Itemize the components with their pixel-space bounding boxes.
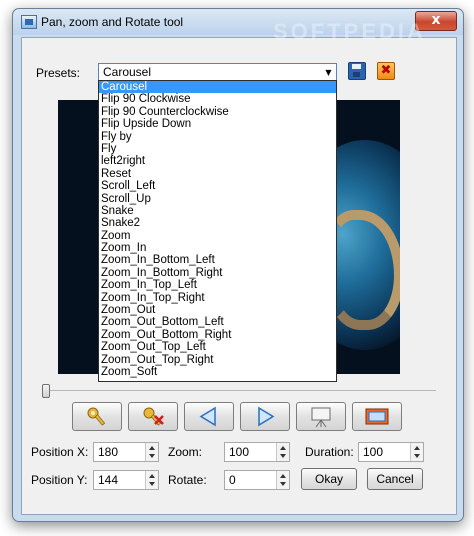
previous-icon bbox=[199, 406, 216, 427]
close-icon: x bbox=[431, 12, 441, 28]
preset-option[interactable]: Zoom_In_Top_Left bbox=[99, 279, 336, 291]
preset-option[interactable]: Scroll_Left bbox=[99, 180, 336, 192]
app-icon bbox=[21, 15, 37, 29]
presets-dropdown-list[interactable]: Carousel Flip 90 Clockwise Flip 90 Counter… bbox=[98, 80, 337, 382]
add-keyframe-button[interactable] bbox=[72, 402, 122, 431]
remove-key-icon bbox=[143, 407, 164, 426]
preview-button[interactable] bbox=[296, 402, 346, 431]
title-bar[interactable]: Pan, zoom and Rotate tool x bbox=[13, 9, 463, 35]
cancel-button[interactable]: Cancel bbox=[367, 468, 423, 490]
zoom-value: 100 bbox=[229, 445, 250, 459]
preset-option[interactable]: Zoom_Soft bbox=[99, 366, 336, 378]
position-y-input[interactable]: 144 bbox=[93, 470, 159, 490]
duration-value: 100 bbox=[363, 445, 384, 459]
preset-option[interactable]: Fly bbox=[99, 143, 336, 155]
zoom-stepper[interactable] bbox=[276, 443, 289, 461]
previous-keyframe-button[interactable] bbox=[184, 402, 234, 431]
presets-selected-value: Carousel bbox=[103, 65, 152, 79]
zoom-label: Zoom: bbox=[168, 445, 203, 459]
preset-option[interactable]: Zoom_In_Bottom_Left bbox=[99, 254, 336, 266]
rotate-value: 0 bbox=[229, 473, 236, 487]
preset-option[interactable]: Reset bbox=[99, 168, 336, 180]
position-y-value: 144 bbox=[98, 473, 119, 487]
next-keyframe-button[interactable] bbox=[240, 402, 290, 431]
key-icon bbox=[87, 407, 106, 426]
delete-icon[interactable]: ✖ bbox=[377, 62, 395, 80]
next-icon bbox=[258, 406, 275, 427]
preset-option[interactable]: Flip 90 Counterclockwise bbox=[99, 106, 336, 118]
preset-option[interactable]: Zoom_Out_Bottom_Left bbox=[99, 316, 336, 328]
preset-option[interactable]: Zoom bbox=[99, 230, 336, 242]
preset-option[interactable]: Zoom_Out_Top_Right bbox=[99, 354, 336, 366]
position-y-label: Position Y: bbox=[31, 473, 88, 487]
preset-option[interactable]: Zoom_In bbox=[99, 242, 336, 254]
rotate-stepper[interactable] bbox=[276, 471, 289, 489]
duration-stepper[interactable] bbox=[410, 443, 423, 461]
zoom-input[interactable]: 100 bbox=[224, 442, 290, 462]
client-area: Presets: Carousel ▼ ✖ Carousel Flip 90 Cl… bbox=[21, 37, 457, 515]
preset-option[interactable]: Zoom_Out bbox=[99, 304, 336, 316]
preset-option[interactable]: Flip Upside Down bbox=[99, 118, 336, 130]
preset-option[interactable]: Flip 90 Clockwise bbox=[99, 93, 336, 105]
window-title: Pan, zoom and Rotate tool bbox=[41, 15, 184, 29]
preset-option[interactable]: Zoom_In_Top_Right bbox=[99, 292, 336, 304]
preset-option[interactable]: Zoom_Out_Bottom_Right bbox=[99, 329, 336, 341]
preview-icon bbox=[311, 407, 331, 428]
preset-option[interactable]: Zoom_In_Bottom_Right bbox=[99, 267, 336, 279]
preset-option[interactable]: Carousel bbox=[99, 81, 336, 94]
position-x-stepper[interactable] bbox=[145, 443, 158, 461]
remove-keyframe-button[interactable] bbox=[128, 402, 178, 431]
rotate-input[interactable]: 0 bbox=[224, 470, 290, 490]
position-x-input[interactable]: 180 bbox=[93, 442, 159, 462]
presets-label: Presets: bbox=[36, 66, 81, 80]
save-icon[interactable] bbox=[348, 62, 366, 80]
frame-icon bbox=[365, 408, 389, 425]
preset-option[interactable]: Snake2 bbox=[99, 217, 336, 229]
preset-option[interactable]: Fly by bbox=[99, 131, 336, 143]
position-x-label: Position X: bbox=[31, 445, 89, 459]
duration-label: Duration: bbox=[305, 445, 354, 459]
preset-option[interactable]: Snake bbox=[99, 205, 336, 217]
okay-button[interactable]: Okay bbox=[301, 468, 357, 490]
timeline-slider-track[interactable] bbox=[44, 390, 436, 391]
position-x-value: 180 bbox=[98, 445, 119, 459]
duration-input[interactable]: 100 bbox=[358, 442, 424, 462]
preset-option[interactable]: left2right bbox=[99, 155, 336, 167]
rotate-label: Rotate: bbox=[168, 473, 207, 487]
preset-option[interactable]: Zoom_Out_Top_Left bbox=[99, 341, 336, 353]
preset-option[interactable]: Scroll_Up bbox=[99, 193, 336, 205]
timeline-slider-thumb[interactable] bbox=[42, 384, 50, 398]
close-button[interactable]: x bbox=[415, 11, 457, 31]
chevron-down-icon[interactable]: ▼ bbox=[321, 64, 336, 81]
position-y-stepper[interactable] bbox=[145, 471, 158, 489]
tool-window: Pan, zoom and Rotate tool x Presets: Car… bbox=[12, 8, 464, 522]
frame-button[interactable] bbox=[352, 402, 402, 431]
